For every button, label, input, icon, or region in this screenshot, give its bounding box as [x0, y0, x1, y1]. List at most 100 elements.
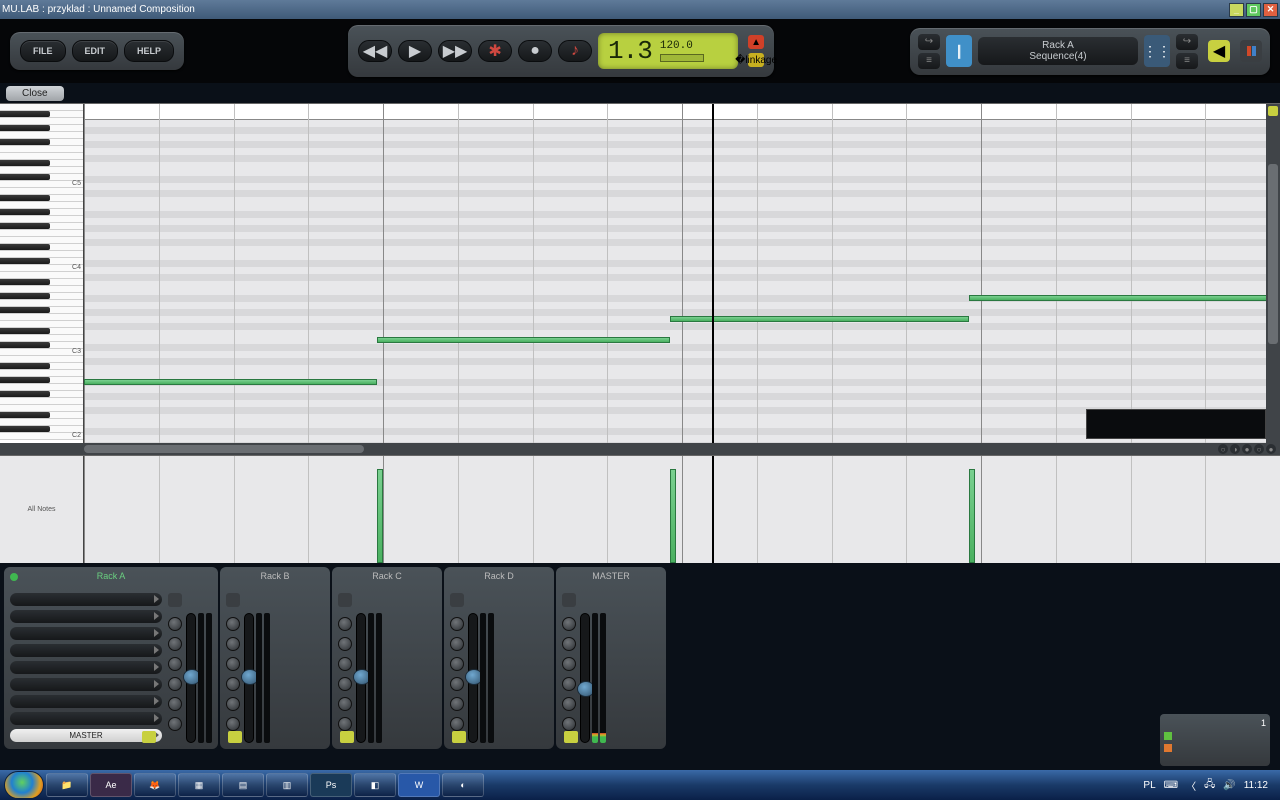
channel-knob[interactable] — [226, 637, 240, 651]
piano-key[interactable] — [0, 104, 83, 111]
channel-knob[interactable] — [562, 657, 576, 671]
channel-knob[interactable] — [168, 617, 182, 631]
piano-key[interactable] — [0, 405, 83, 412]
transport-lcd[interactable]: 1.3 120.0 — [598, 33, 738, 69]
piano-key[interactable] — [0, 216, 83, 223]
piano-key[interactable] — [0, 230, 83, 237]
tray-chevron-icon[interactable]: 〈 — [1186, 778, 1196, 793]
file-button[interactable]: FILE — [20, 40, 66, 62]
channel-knob[interactable] — [168, 677, 182, 691]
piano-key[interactable] — [0, 321, 83, 328]
insert-slot[interactable] — [10, 695, 162, 708]
channel-knob[interactable] — [226, 617, 240, 631]
piano-key[interactable] — [0, 146, 83, 153]
channel-knob[interactable] — [226, 697, 240, 711]
piano-key[interactable] — [0, 244, 83, 251]
channel-knob[interactable] — [226, 677, 240, 691]
channel-knob[interactable] — [450, 697, 464, 711]
rack-matrix-icon[interactable]: ⋮⋮ — [1144, 35, 1170, 67]
piano-key[interactable] — [0, 195, 83, 202]
channel-name[interactable]: Rack D — [444, 571, 554, 581]
piano-key[interactable] — [0, 258, 83, 265]
piano-key[interactable] — [0, 153, 83, 160]
channel-knob[interactable] — [338, 717, 352, 731]
task-word[interactable]: W — [398, 773, 440, 797]
piano-key[interactable] — [0, 384, 83, 391]
channel-indicator[interactable] — [228, 731, 242, 743]
play-button[interactable]: ▶ — [398, 40, 432, 62]
channel-knob[interactable] — [562, 677, 576, 691]
rack-prev-button[interactable]: ↪ — [918, 34, 940, 50]
volume-fader[interactable] — [356, 613, 366, 743]
volume-fader[interactable] — [580, 613, 590, 743]
velocity-area[interactable] — [84, 456, 1280, 563]
note-mode-button[interactable]: ♪ — [558, 40, 592, 62]
rack-next-button[interactable]: ↪ — [1176, 34, 1198, 50]
channel-knob[interactable] — [450, 637, 464, 651]
indicator-a[interactable]: ◀ — [1208, 40, 1230, 62]
piano-key[interactable] — [0, 272, 83, 279]
window-minimize-button[interactable]: _ — [1229, 3, 1244, 17]
insert-slot[interactable] — [10, 644, 162, 657]
piano-key[interactable] — [0, 139, 83, 146]
channel-knob[interactable] — [562, 637, 576, 651]
piano-keyboard[interactable]: C5C4C3C2 — [0, 104, 84, 443]
scroll-up-button[interactable] — [1268, 106, 1278, 116]
piano-key[interactable] — [0, 132, 83, 139]
task-app5[interactable]: ◐ — [442, 773, 484, 797]
channel-indicator[interactable] — [340, 731, 354, 743]
task-app1[interactable]: ▦ — [178, 773, 220, 797]
output-slot[interactable]: MASTER — [10, 729, 162, 742]
piano-key[interactable] — [0, 223, 83, 230]
channel-knob[interactable] — [168, 637, 182, 651]
piano-key[interactable] — [0, 279, 83, 286]
insert-slot[interactable] — [10, 678, 162, 691]
channel-knob[interactable] — [338, 697, 352, 711]
piano-key[interactable] — [0, 251, 83, 258]
channel-knob[interactable] — [338, 617, 352, 631]
horizontal-scrollbar[interactable] — [84, 445, 364, 453]
piano-key[interactable] — [0, 314, 83, 321]
channel-knob[interactable] — [562, 717, 576, 731]
insert-slot[interactable] — [10, 712, 162, 725]
metronome-a-button[interactable]: ▲ — [748, 35, 764, 49]
task-app4[interactable]: ◧ — [354, 773, 396, 797]
piano-key[interactable] — [0, 426, 83, 433]
zoom-in-button[interactable]: ● — [1242, 444, 1252, 454]
loop-button[interactable]: �linkage — [748, 53, 764, 67]
volume-fader[interactable] — [468, 613, 478, 743]
velocity-bar[interactable] — [377, 469, 383, 563]
channel-indicator[interactable] — [452, 731, 466, 743]
channel-name[interactable]: Rack A — [4, 571, 218, 581]
midi-note[interactable] — [84, 379, 377, 385]
task-ae[interactable]: Ae — [90, 773, 132, 797]
zoom-out-button[interactable]: ○ — [1218, 444, 1228, 454]
channel-knob[interactable] — [450, 657, 464, 671]
edit-button[interactable]: EDIT — [72, 40, 119, 62]
channel-knob[interactable] — [562, 697, 576, 711]
piano-key[interactable]: C2 — [0, 433, 83, 440]
piano-key[interactable] — [0, 188, 83, 195]
piano-key[interactable] — [0, 202, 83, 209]
channel-knob[interactable] — [338, 657, 352, 671]
mute-button[interactable] — [562, 593, 576, 607]
piano-key[interactable] — [0, 286, 83, 293]
lang-indicator[interactable]: PL — [1143, 780, 1155, 791]
channel-indicator[interactable] — [142, 731, 156, 743]
piano-key[interactable] — [0, 398, 83, 405]
channel-name[interactable]: MASTER — [556, 571, 666, 581]
channel-knob[interactable] — [338, 637, 352, 651]
rewind-button[interactable]: ◀◀ — [358, 40, 392, 62]
insert-slot[interactable] — [10, 610, 162, 623]
piano-key[interactable] — [0, 125, 83, 132]
indicator-b[interactable] — [1240, 40, 1262, 62]
mute-button[interactable] — [338, 593, 352, 607]
piano-key[interactable] — [0, 363, 83, 370]
piano-key[interactable] — [0, 237, 83, 244]
channel-knob[interactable] — [562, 617, 576, 631]
vertical-scrollbar[interactable] — [1266, 104, 1280, 443]
task-firefox[interactable]: 🦊 — [134, 773, 176, 797]
zoom-fit-button[interactable]: ◑ — [1230, 444, 1240, 454]
start-button[interactable] — [4, 771, 44, 799]
channel-indicator[interactable] — [564, 731, 578, 743]
